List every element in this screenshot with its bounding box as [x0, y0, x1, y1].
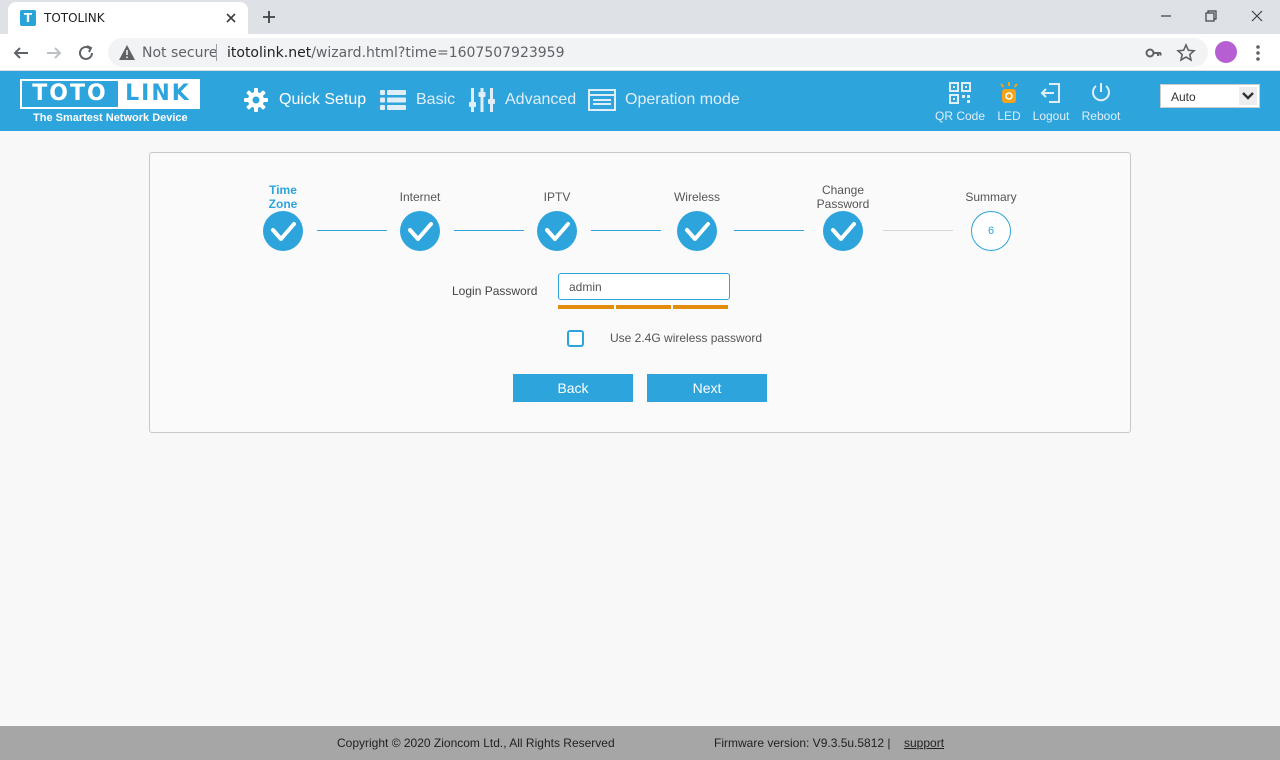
- url-path: /wizard.html?time=1607507923959: [311, 45, 565, 61]
- logo-link-text: LINK: [118, 81, 198, 107]
- star-icon[interactable]: [1176, 43, 1196, 63]
- nav-quick-setup-label: Quick Setup: [279, 91, 367, 108]
- logo-toto-text: TOTO: [32, 81, 108, 106]
- use-wireless-password-label: Use 2.4G wireless password: [610, 331, 763, 345]
- step-label: Internet: [399, 190, 441, 204]
- tool-logout[interactable]: Logout: [1025, 81, 1077, 123]
- check-icon: [685, 222, 710, 241]
- tool-reboot[interactable]: Reboot: [1075, 81, 1127, 123]
- step-number-circle: 6: [971, 211, 1011, 251]
- check-icon: [545, 222, 570, 241]
- step-done-circle: [537, 211, 577, 251]
- step-connector: [883, 230, 953, 231]
- step-connector: [591, 230, 661, 231]
- password-strength-bar: [673, 305, 728, 309]
- firmware-version: Firmware version: V9.3.5u.5812 |: [714, 736, 891, 750]
- totolink-logo[interactable]: TOTO LINK: [20, 79, 200, 109]
- browser-address-bar: Not secure itotolink.net/wizard.html?tim…: [0, 34, 1280, 71]
- gear-icon: [244, 88, 268, 112]
- minimize-icon[interactable]: [1154, 5, 1178, 27]
- wizard-panel: Time Zone Internet IPTV Wireless Change Pa…: [149, 152, 1131, 433]
- page-footer: Copyright © 2020 Zioncom Ltd., All Right…: [0, 726, 1280, 760]
- step-connector: [454, 230, 524, 231]
- nav-operation-mode-label: Operation mode: [625, 91, 740, 108]
- step-label: Wireless: [673, 190, 720, 204]
- qr-code-icon: [949, 82, 971, 104]
- support-link[interactable]: support: [904, 736, 944, 750]
- nav-quick-setup[interactable]: Quick Setup: [242, 85, 366, 115]
- back-arrow-icon[interactable]: [10, 42, 32, 64]
- check-icon: [408, 222, 433, 241]
- profile-avatar[interactable]: [1215, 41, 1237, 63]
- nav-basic[interactable]: Basic: [379, 85, 455, 115]
- power-icon: [1092, 83, 1110, 102]
- step-label: Summary: [965, 190, 1017, 204]
- tool-logout-label: Logout: [1032, 109, 1070, 123]
- restore-icon[interactable]: [1199, 5, 1223, 27]
- nav-advanced-label: Advanced: [505, 91, 577, 108]
- password-strength-bar: [616, 305, 671, 309]
- more-options-icon[interactable]: [1250, 42, 1266, 64]
- check-icon: [271, 222, 296, 241]
- step-done-circle: [823, 211, 863, 251]
- router-header: TOTO LINK The Smartest Network Device Qu…: [0, 71, 1280, 131]
- sliders-icon: [469, 88, 495, 112]
- nav-operation-mode[interactable]: Operation mode: [588, 85, 740, 115]
- step-label-line: Password: [816, 197, 870, 211]
- step-done-circle: [400, 211, 440, 251]
- step-connector: [734, 230, 804, 231]
- step-connector: [317, 230, 387, 231]
- step-label-line: Zone: [268, 197, 298, 211]
- new-tab-icon[interactable]: [259, 7, 279, 27]
- reload-icon[interactable]: [75, 42, 97, 64]
- check-icon: [831, 222, 856, 241]
- close-tab-icon[interactable]: [222, 9, 240, 27]
- nav-basic-label: Basic: [416, 91, 456, 108]
- tool-qr-code-label: QR Code: [934, 109, 986, 123]
- totolink-favicon-icon: T: [20, 10, 36, 26]
- url-text[interactable]: itotolink.net/wizard.html?time=160750792…: [227, 45, 565, 61]
- use-wireless-password-checkbox[interactable]: [567, 330, 584, 347]
- step-label-line: Change: [821, 183, 865, 197]
- step-label: Time Zone: [238, 183, 328, 211]
- forward-arrow-icon[interactable]: [43, 42, 65, 64]
- list-icon: [380, 90, 406, 110]
- omnibox-divider: [216, 44, 217, 61]
- not-secure-label[interactable]: Not secure: [142, 45, 218, 61]
- tool-reboot-label: Reboot: [1081, 109, 1121, 123]
- login-password-input[interactable]: [558, 273, 730, 300]
- next-button[interactable]: Next: [647, 374, 767, 402]
- tool-qr-code[interactable]: QR Code: [934, 81, 986, 123]
- step-done-circle: [677, 211, 717, 251]
- password-strength-bar: [558, 305, 614, 309]
- tab-title: TOTOLINK: [44, 11, 105, 25]
- led-icon: [1000, 82, 1018, 103]
- copyright-text: Copyright © 2020 Zioncom Ltd., All Right…: [337, 736, 615, 750]
- chevron-down-icon: [1239, 87, 1257, 105]
- nav-advanced[interactable]: Advanced: [468, 85, 576, 115]
- language-select[interactable]: Auto: [1160, 84, 1260, 108]
- url-host: itotolink.net: [227, 45, 312, 61]
- key-icon[interactable]: [1144, 43, 1164, 63]
- login-password-label: Login Password: [452, 284, 538, 298]
- logo-tagline: The Smartest Network Device: [33, 112, 188, 124]
- step-done-circle: [263, 211, 303, 251]
- omnibox[interactable]: Not secure itotolink.net/wizard.html?tim…: [108, 38, 1208, 67]
- window-icon: [588, 89, 616, 111]
- browser-tab-bar: T TOTOLINK: [0, 0, 1280, 34]
- language-select-value: Auto: [1171, 90, 1196, 104]
- back-button[interactable]: Back: [513, 374, 633, 402]
- step-label: Change Password: [798, 183, 888, 211]
- step-label: IPTV: [543, 190, 571, 204]
- close-window-icon[interactable]: [1245, 5, 1269, 27]
- step-label-line: Time: [269, 183, 297, 197]
- warning-icon[interactable]: [118, 44, 136, 61]
- browser-tab[interactable]: T TOTOLINK: [8, 2, 248, 34]
- logout-icon: [1040, 83, 1060, 103]
